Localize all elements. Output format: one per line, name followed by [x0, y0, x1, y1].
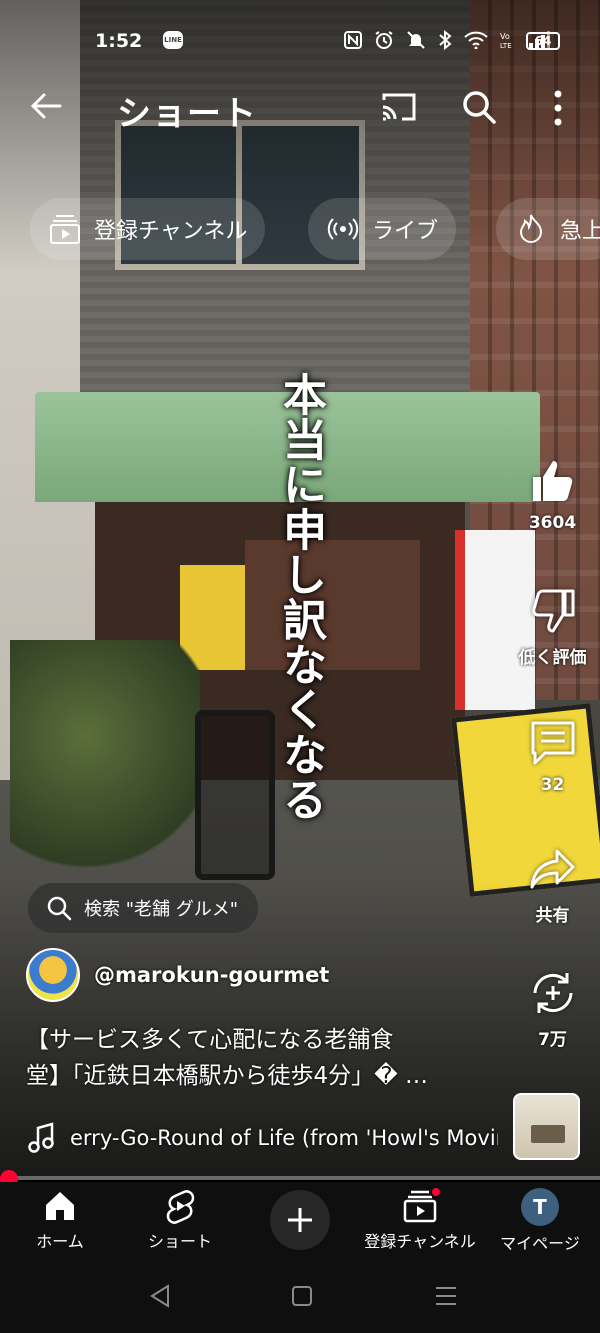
- plus-icon: [288, 1208, 312, 1232]
- remix-button[interactable]: 7万: [505, 967, 600, 1050]
- shorts-icon: [166, 1190, 195, 1224]
- bluetooth-icon: [438, 29, 452, 54]
- channel-avatar[interactable]: [26, 948, 80, 1002]
- nav-mypage[interactable]: T マイページ: [480, 1188, 600, 1254]
- channel-handle[interactable]: @marokun-gourmet: [94, 963, 329, 987]
- status-icons: Vo LTE: [344, 29, 550, 54]
- comment-count: 32: [540, 775, 565, 795]
- search-icon[interactable]: [460, 88, 498, 126]
- more-vert-icon[interactable]: [548, 88, 568, 128]
- back-arrow-icon[interactable]: [28, 88, 64, 124]
- nav-label: ホーム: [36, 1232, 84, 1251]
- related-search-pill[interactable]: 検索 "老舗 グルメ": [28, 883, 259, 933]
- remix-count: 7万: [538, 1030, 567, 1050]
- cast-icon[interactable]: [380, 92, 418, 122]
- music-title: erry-Go-Round of Life (from 'Howl's Movi…: [70, 1126, 498, 1150]
- svg-text:LTE: LTE: [500, 42, 512, 50]
- thumbs-up-icon: [532, 461, 572, 501]
- subscriptions-icon: [50, 215, 80, 244]
- chip-label: ライブ: [372, 219, 439, 244]
- caption-line: 堂】「近鉄日本橋駅から徒歩4分」� …: [26, 1063, 429, 1089]
- volte-icon: Vo LTE: [500, 30, 516, 54]
- chip-subscriptions[interactable]: 登録チャンネル: [30, 198, 266, 260]
- wifi-icon: [464, 31, 488, 53]
- channel-info[interactable]: @marokun-gourmet: [26, 948, 329, 1002]
- chip-label: 急上: [560, 219, 600, 244]
- like-button[interactable]: 3604: [505, 455, 600, 533]
- system-back-icon[interactable]: [140, 1278, 180, 1314]
- caption-line: 【サービス多くて心配になる老舗食: [26, 1027, 394, 1053]
- system-home-icon[interactable]: [282, 1278, 322, 1314]
- nav-home[interactable]: ホーム: [0, 1188, 120, 1252]
- sound-thumbnail[interactable]: [513, 1093, 580, 1160]
- nav-shorts[interactable]: ショート: [120, 1188, 240, 1252]
- share-icon: [530, 849, 574, 889]
- create-button[interactable]: [270, 1190, 330, 1250]
- status-time: 1:52: [95, 30, 143, 52]
- live-icon: [327, 218, 359, 240]
- video-progress-bar[interactable]: [0, 1176, 600, 1180]
- page-title: ショート: [117, 94, 257, 134]
- comments-button[interactable]: 32: [505, 717, 600, 795]
- status-bar: 1:52 LINE Vo LTE 64: [0, 22, 600, 60]
- trending-icon: [519, 214, 543, 243]
- app-bar: ショート: [0, 80, 600, 136]
- share-label: 共有: [535, 906, 570, 926]
- like-count: 3604: [528, 513, 577, 533]
- alarm-icon: [374, 30, 394, 54]
- search-icon: [47, 896, 72, 921]
- chip-trending[interactable]: 急上: [496, 198, 600, 260]
- related-search-label: 検索 "老舗 グルメ": [84, 899, 239, 920]
- nav-label: ショート: [147, 1232, 212, 1251]
- dislike-button[interactable]: 低く評価: [505, 585, 600, 668]
- nav-subscriptions[interactable]: 登録チャンネル: [360, 1186, 480, 1252]
- dislike-label: 低く評価: [518, 648, 587, 668]
- home-icon: [46, 1192, 74, 1220]
- video-overlay-text: 本当に申し訳なくなる: [275, 372, 326, 822]
- system-recents-icon[interactable]: [426, 1278, 466, 1314]
- system-navigation-bar: [0, 1258, 600, 1333]
- chip-label: 登録チャンネル: [94, 219, 248, 244]
- shorts-screen: 本当に申し訳なくなる 1:52 LINE Vo LTE 64 ショート 登録チャ…: [0, 0, 600, 1333]
- mute-icon: [406, 30, 426, 54]
- music-info[interactable]: erry-Go-Round of Life (from 'Howl's Movi…: [28, 1122, 498, 1154]
- svg-text:Vo: Vo: [500, 32, 510, 41]
- thumbs-down-icon: [531, 589, 574, 633]
- comment-icon: [531, 721, 574, 765]
- filter-chips: 登録チャンネル ライブ 急上: [30, 198, 600, 260]
- nfc-icon: [344, 31, 362, 53]
- video-caption[interactable]: 【サービス多くて心配になる老舗食 堂】「近鉄日本橋駅から徒歩4分」� …: [26, 1022, 496, 1094]
- nav-label: マイページ: [500, 1234, 580, 1253]
- notification-dot: [430, 1186, 442, 1198]
- nav-label: 登録チャンネル: [364, 1232, 476, 1251]
- share-button[interactable]: 共有: [505, 843, 600, 926]
- line-notification-icon: LINE: [163, 31, 183, 49]
- music-note-icon: [28, 1122, 54, 1153]
- battery-indicator: 64: [526, 32, 560, 50]
- remix-icon: [533, 973, 572, 1013]
- account-avatar: T: [521, 1188, 559, 1226]
- bottom-navigation: ホーム ショート 登録チャンネル T マイページ: [0, 1182, 600, 1258]
- chip-live[interactable]: ライブ: [308, 198, 457, 260]
